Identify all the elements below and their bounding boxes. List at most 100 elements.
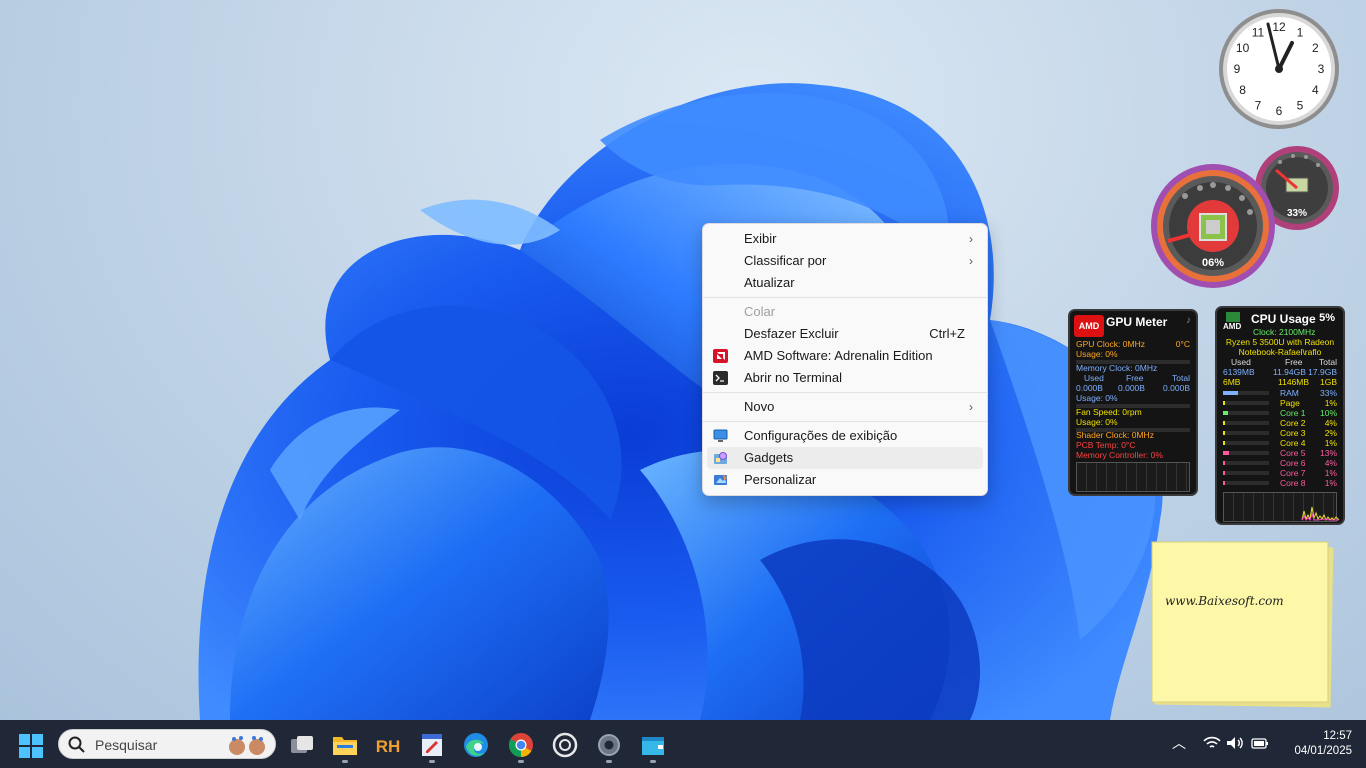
chrome-icon[interactable] [507, 731, 535, 759]
memory-controller: Memory Controller: 0% [1076, 450, 1163, 460]
ram-meter-value: 33% [1287, 208, 1307, 219]
desktop-context-menu: Exibir › Classificar por › Atualizar Colar… [702, 223, 988, 496]
sticky-note-text[interactable]: www.Baixesoft.com [1165, 594, 1284, 608]
fan-speed: Fan Speed: 0rpm [1076, 407, 1142, 417]
taskbar-clock[interactable]: 12:57 04/01/2025 [1282, 729, 1352, 759]
gpu-graph [1076, 462, 1190, 492]
memory-usage: Usage: 0% [1076, 393, 1118, 403]
taskbar-date: 04/01/2025 [1294, 745, 1352, 757]
amd-logo: AMD [1223, 312, 1243, 331]
menu-item-personalizar[interactable]: Personalizar [707, 469, 983, 491]
cpu-usage-title: CPU Usage [1251, 312, 1316, 326]
show-hidden-icons-icon[interactable]: ︿ [1172, 733, 1186, 753]
usage-bar [1223, 411, 1269, 415]
edge-icon[interactable] [462, 731, 490, 759]
gpu-temp: 0°C [1175, 339, 1190, 349]
menu-item-colar[interactable]: Colar [707, 301, 983, 323]
usage-value: 10% [1319, 408, 1337, 418]
usage-label: Core 5 [1280, 448, 1306, 458]
search-icon [68, 736, 85, 753]
usage-label: Core 4 [1280, 438, 1306, 448]
gpu-meter-title: GPU Meter [1106, 315, 1168, 329]
chevron-right-icon: › [969, 400, 973, 414]
usage-value: 4% [1324, 458, 1337, 468]
clock-number: 9 [1234, 62, 1241, 76]
fan-usage: Usage: 0% [1076, 417, 1118, 427]
menu-separator [703, 392, 987, 393]
gpu-usage: Usage: 0% [1076, 349, 1118, 359]
cpu-meter-value: 06% [1202, 257, 1224, 269]
gadgets-icon [714, 452, 727, 464]
task-view-icon[interactable] [288, 731, 316, 759]
sticky-note-gadget[interactable] [1150, 540, 1335, 708]
shader-clock: Shader Clock: 0MHz [1076, 430, 1154, 440]
running-indicator [342, 760, 348, 763]
cpu-meter-gadget[interactable]: 06% 33% [1150, 144, 1340, 289]
svg-text:RH: RH [376, 737, 401, 756]
taskbar-time: 12:57 [1323, 730, 1352, 742]
chatgpt-icon[interactable] [551, 731, 579, 759]
menu-separator [703, 421, 987, 422]
usage-bar [1223, 401, 1269, 405]
menu-item-classificar-por[interactable]: Classificar por › [707, 250, 983, 272]
usage-label: Core 1 [1280, 408, 1306, 418]
battery-icon[interactable] [1251, 737, 1269, 749]
clock-number: 3 [1318, 62, 1325, 76]
menu-item-configuracoes-de-exibicao[interactable]: Configurações de exibição [707, 425, 983, 447]
volume-icon[interactable] [1226, 736, 1244, 750]
store-icon[interactable] [639, 731, 667, 759]
memory-headers: Used Free Total [1084, 373, 1190, 383]
usage-label: RAM [1280, 388, 1299, 398]
cpu-usage-row: RAM 33% [1223, 388, 1337, 398]
desktop[interactable]: 12 1 2 3 4 5 6 7 8 9 10 11 06% 33% AMD GPU Meter ♪ … [0, 0, 1366, 720]
gpu-meter-gadget[interactable]: AMD GPU Meter ♪ GPU Clock: 0MHz 0°C Usag… [1068, 309, 1198, 496]
menu-item-novo[interactable]: Novo › [707, 396, 983, 418]
cpu-usage-gadget[interactable]: AMD CPU Usage 5% Clock: 2100MHz Ryzen 5 … [1215, 306, 1345, 525]
clock-number: 10 [1236, 41, 1250, 55]
cpu-graph [1223, 492, 1340, 522]
rh-app-icon[interactable]: RH [374, 731, 402, 759]
usage-bar [1223, 421, 1269, 425]
cpu-usage-row: Core 6 4% [1223, 458, 1337, 468]
usage-value: 1% [1324, 438, 1337, 448]
cpu-usage-row: Core 5 13% [1223, 448, 1337, 458]
menu-item-abrir-no-terminal[interactable]: Abrir no Terminal [707, 367, 983, 389]
menu-item-gadgets[interactable]: Gadgets [707, 447, 983, 469]
personalize-icon [714, 474, 727, 485]
cpu-usage-row: Core 7 1% [1223, 468, 1337, 478]
usage-bar [1223, 481, 1269, 485]
usage-value: 1% [1324, 478, 1337, 488]
usage-label: Page [1280, 398, 1300, 408]
clock-gadget[interactable]: 12 12 3 45678 9 1011 [1218, 8, 1340, 130]
usage-value: 1% [1324, 468, 1337, 478]
cpu-usage-row: Core 8 1% [1223, 478, 1337, 488]
menu-item-atualizar[interactable]: Atualizar [707, 272, 983, 294]
pcb-temp: PCB Temp: 0°C [1076, 440, 1136, 450]
usage-label: Core 6 [1280, 458, 1306, 468]
gadget-options-icon[interactable]: ♪ [1186, 315, 1191, 326]
usage-bar [1223, 461, 1269, 465]
wifi-icon[interactable] [1203, 736, 1221, 750]
taskbar-search-box[interactable]: Pesquisar [58, 729, 276, 759]
search-placeholder: Pesquisar [95, 737, 158, 753]
settings-icon[interactable] [595, 731, 623, 759]
clock-number: 8 [1239, 83, 1246, 97]
editor-icon[interactable] [418, 731, 446, 759]
clock-number: 1 [1297, 26, 1304, 40]
usage-value: 4% [1324, 418, 1337, 428]
usage-label: Core 8 [1280, 478, 1306, 488]
shortcut-label: Ctrl+Z [929, 326, 965, 341]
machine-name: Notebook-Rafael\raflo [1238, 347, 1322, 357]
usage-value: 33% [1319, 388, 1337, 398]
menu-item-desfazer-excluir[interactable]: Desfazer Excluir Ctrl+Z [707, 323, 983, 345]
cpu-name: Ryzen 5 3500U with Radeon [1225, 337, 1335, 347]
menu-item-exibir[interactable]: Exibir › [707, 228, 983, 250]
file-explorer-icon[interactable] [331, 731, 359, 759]
clock-number: 11 [1252, 26, 1265, 40]
clock-number: 2 [1312, 41, 1319, 55]
menu-item-amd-software[interactable]: AMD Software: Adrenalin Edition [707, 345, 983, 367]
cpu-usage-total: 5% [1319, 312, 1335, 324]
usage-bar [1223, 431, 1269, 435]
start-button[interactable] [18, 733, 44, 759]
amd-logo: AMD [1074, 315, 1104, 337]
